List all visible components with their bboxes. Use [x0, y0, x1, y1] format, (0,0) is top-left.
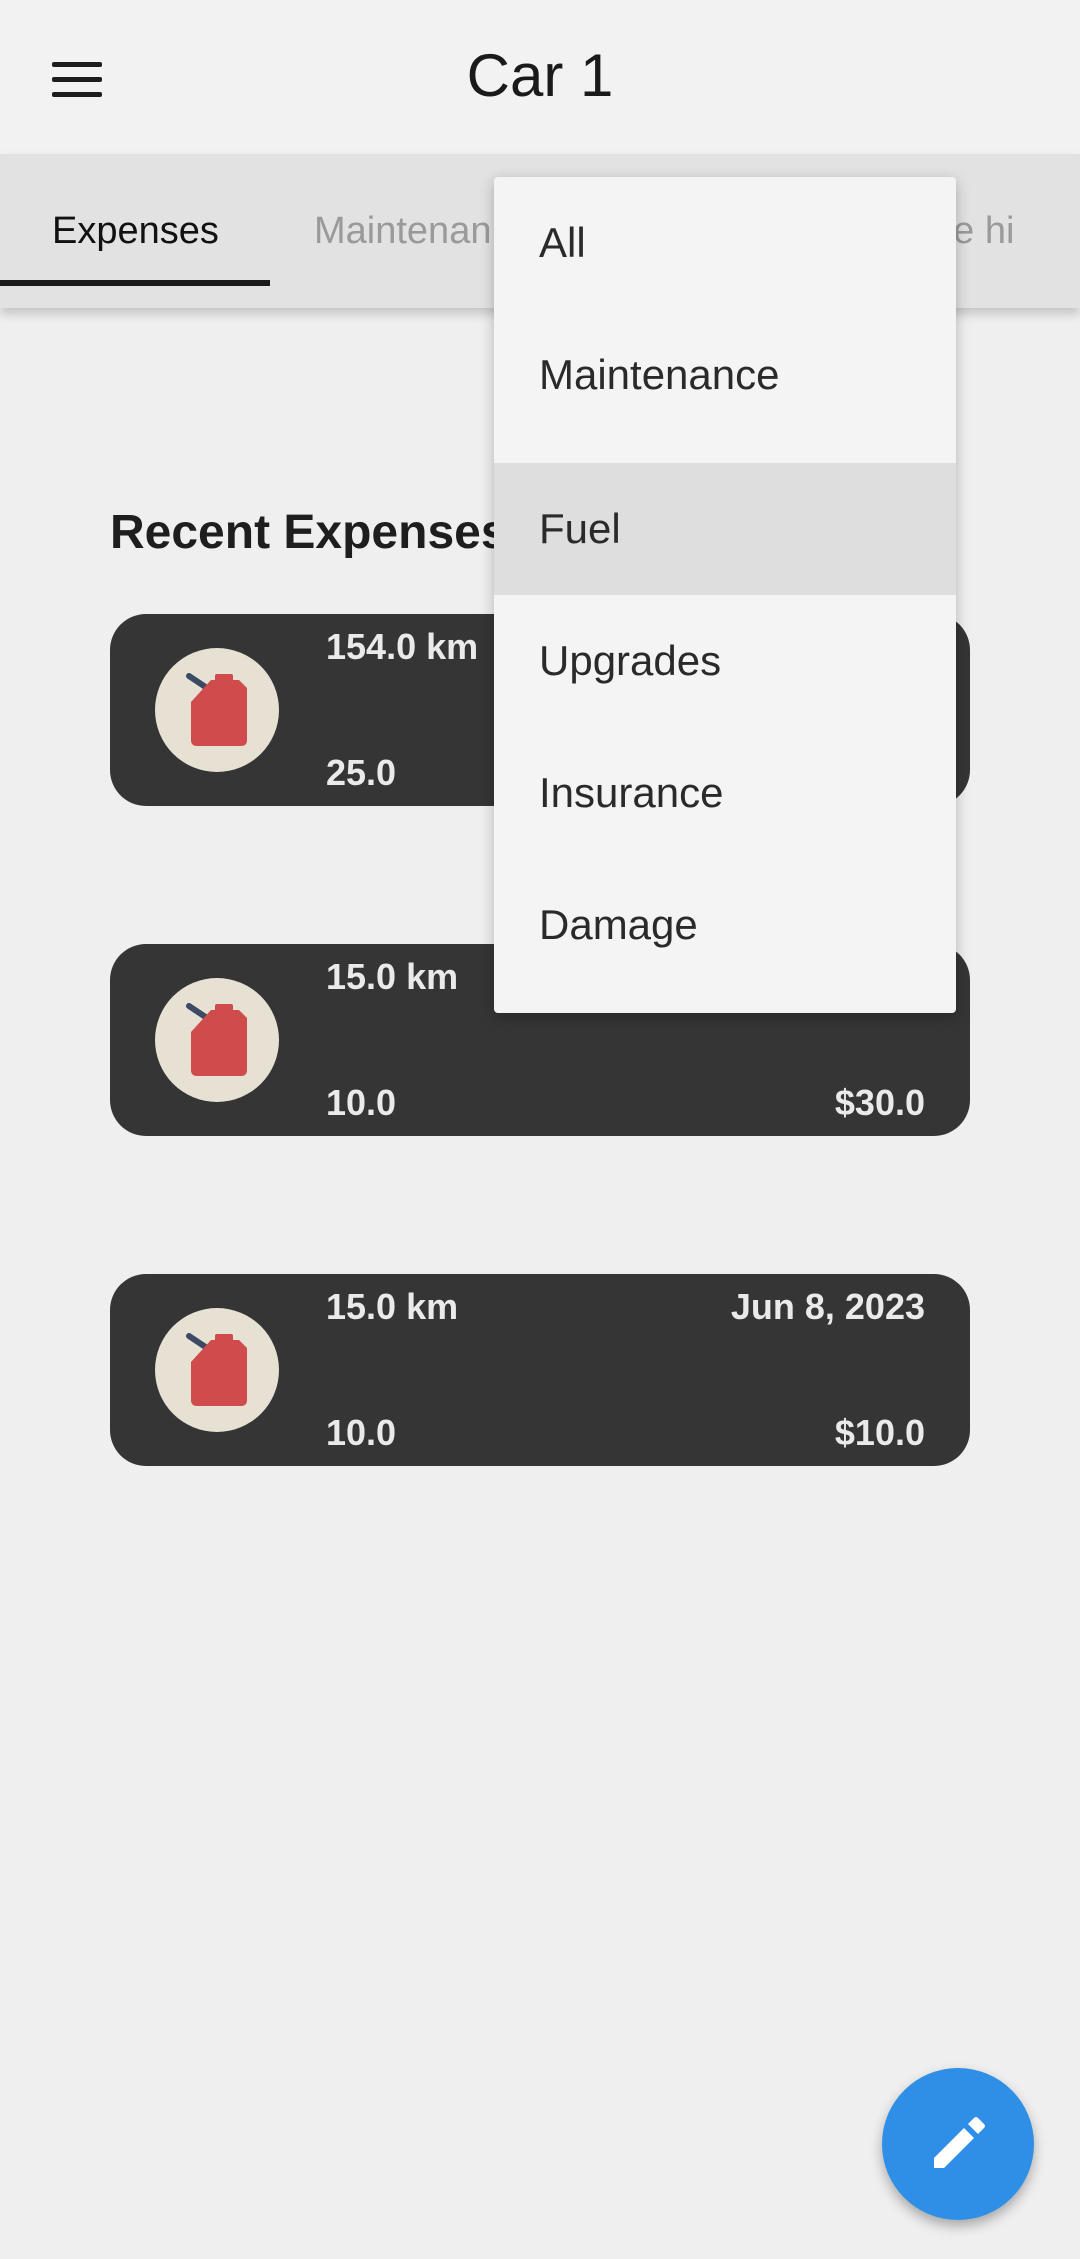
category-filter-menu: All Maintenance Fuel Upgrades Insurance … — [494, 177, 956, 1013]
expense-card[interactable]: 15.0 km Jun 8, 2023 10.0 $10.0 — [110, 1274, 970, 1466]
filter-option-upgrades[interactable]: Upgrades — [494, 595, 956, 727]
expense-quantity: 25.0 — [326, 752, 397, 793]
page-title: Car 1 — [466, 42, 614, 109]
expense-price: $10.0 — [834, 1412, 925, 1453]
section-title: Recent Expenses — [110, 506, 508, 559]
filter-option-maintenance[interactable]: Maintenance — [494, 309, 956, 441]
tab-maintenance[interactable]: Maintenan — [314, 154, 491, 308]
filter-option-damage[interactable]: Damage — [494, 859, 956, 991]
expense-price: $30.0 — [834, 1082, 925, 1123]
expense-date: Jun 8, 2023 — [730, 1286, 925, 1327]
filter-option-all[interactable]: All — [494, 177, 956, 309]
filter-option-insurance[interactable]: Insurance — [494, 727, 956, 859]
fuel-can-icon — [155, 1308, 279, 1432]
filter-option-fuel[interactable]: Fuel — [494, 463, 956, 595]
expense-distance: 15.0 km — [326, 1286, 459, 1327]
expense-quantity: 10.0 — [326, 1082, 397, 1123]
pencil-icon — [934, 2117, 985, 2168]
fuel-can-icon — [155, 978, 279, 1102]
active-tab-indicator — [0, 280, 270, 286]
edit-fab-button[interactable] — [882, 2068, 1034, 2220]
expense-quantity: 10.0 — [326, 1412, 397, 1453]
fuel-can-icon — [155, 648, 279, 772]
expense-distance: 15.0 km — [326, 956, 459, 997]
expense-distance: 154.0 km — [326, 626, 479, 667]
app-bar: Car 1 — [0, 0, 1080, 154]
